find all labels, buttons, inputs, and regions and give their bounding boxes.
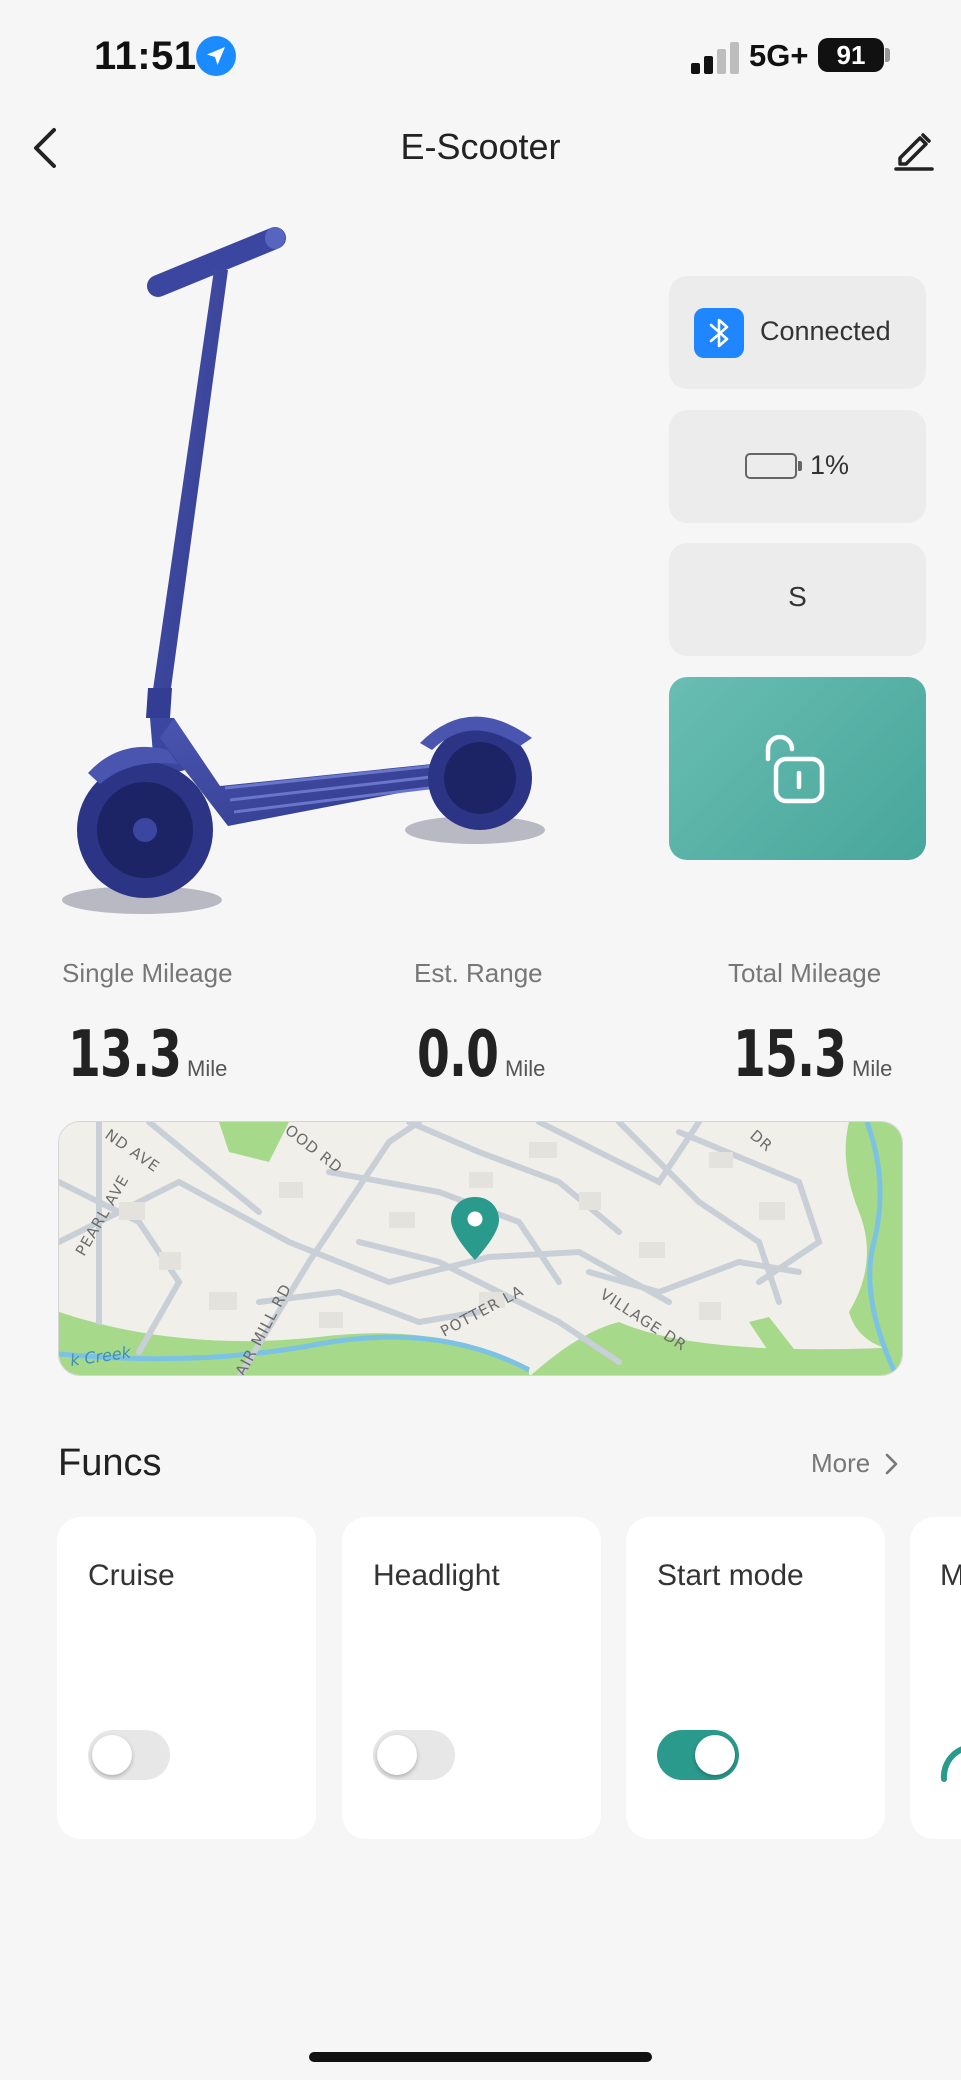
- total-mileage-unit: Mile: [852, 1056, 893, 1081]
- more-link[interactable]: More: [811, 1448, 870, 1479]
- speed-mode-value: S: [788, 581, 807, 612]
- battery-icon: [745, 453, 802, 479]
- headlight-toggle[interactable]: [373, 1730, 455, 1780]
- est-range-value: 0.0: [417, 1018, 499, 1092]
- func-label: Cruise: [88, 1559, 175, 1592]
- single-mileage-unit: Mile: [187, 1056, 228, 1081]
- est-range-unit: Mile: [505, 1056, 546, 1081]
- battery-status-card: 1%: [669, 410, 926, 523]
- network-type: 5G+: [749, 38, 809, 73]
- location-map[interactable]: ND AVE PEARL AVE OOD RD AIR MILL RD POTT…: [58, 1121, 903, 1376]
- total-mileage-value: 15.3: [733, 1018, 847, 1092]
- location-arrow-icon: [196, 36, 236, 76]
- toggle-knob: [377, 1735, 417, 1775]
- speed-mode-card[interactable]: S: [669, 543, 926, 656]
- phone-battery-level: 91: [818, 38, 884, 72]
- func-label: Headlight: [373, 1559, 500, 1592]
- lock-toggle-button[interactable]: [669, 677, 926, 860]
- cruise-toggle[interactable]: [88, 1730, 170, 1780]
- phone-battery-tip: [885, 48, 890, 62]
- connection-status-card[interactable]: Connected: [669, 276, 926, 389]
- unlock-icon: [765, 734, 825, 804]
- edit-button[interactable]: [890, 124, 938, 172]
- toggle-knob: [695, 1735, 735, 1775]
- func-card-cruise[interactable]: Cruise: [57, 1517, 316, 1839]
- func-card-start-mode[interactable]: Start mode: [626, 1517, 885, 1839]
- bluetooth-icon: [694, 308, 744, 358]
- single-mileage-value: 13.3: [68, 1018, 182, 1092]
- home-indicator[interactable]: [309, 2052, 652, 2062]
- chevron-right-icon[interactable]: [884, 1452, 900, 1476]
- single-mileage-label: Single Mileage: [62, 958, 233, 988]
- func-label: Start mode: [657, 1559, 804, 1592]
- total-mileage-label: Total Mileage: [728, 958, 882, 988]
- scooter-illustration: [62, 227, 545, 914]
- funcs-section-title: Funcs: [58, 1442, 162, 1484]
- gauge-icon: [940, 1746, 961, 1782]
- func-card-partial[interactable]: M: [910, 1517, 961, 1839]
- func-label: M: [940, 1559, 961, 1592]
- pencil-icon: [894, 133, 934, 171]
- est-range-label: Est. Range: [414, 958, 543, 988]
- toggle-knob: [92, 1735, 132, 1775]
- cellular-signal-icon: [691, 42, 741, 74]
- start-mode-toggle[interactable]: [657, 1730, 739, 1780]
- scooter-screen: 11:51 5G+ 91 E-Scooter Connected 1% S Si…: [0, 0, 961, 2080]
- connection-status-text: Connected: [760, 316, 891, 346]
- page-title: E-Scooter: [400, 126, 561, 167]
- status-time: 11:51: [94, 34, 197, 78]
- battery-percent: 1%: [810, 450, 850, 480]
- func-card-headlight[interactable]: Headlight: [342, 1517, 601, 1839]
